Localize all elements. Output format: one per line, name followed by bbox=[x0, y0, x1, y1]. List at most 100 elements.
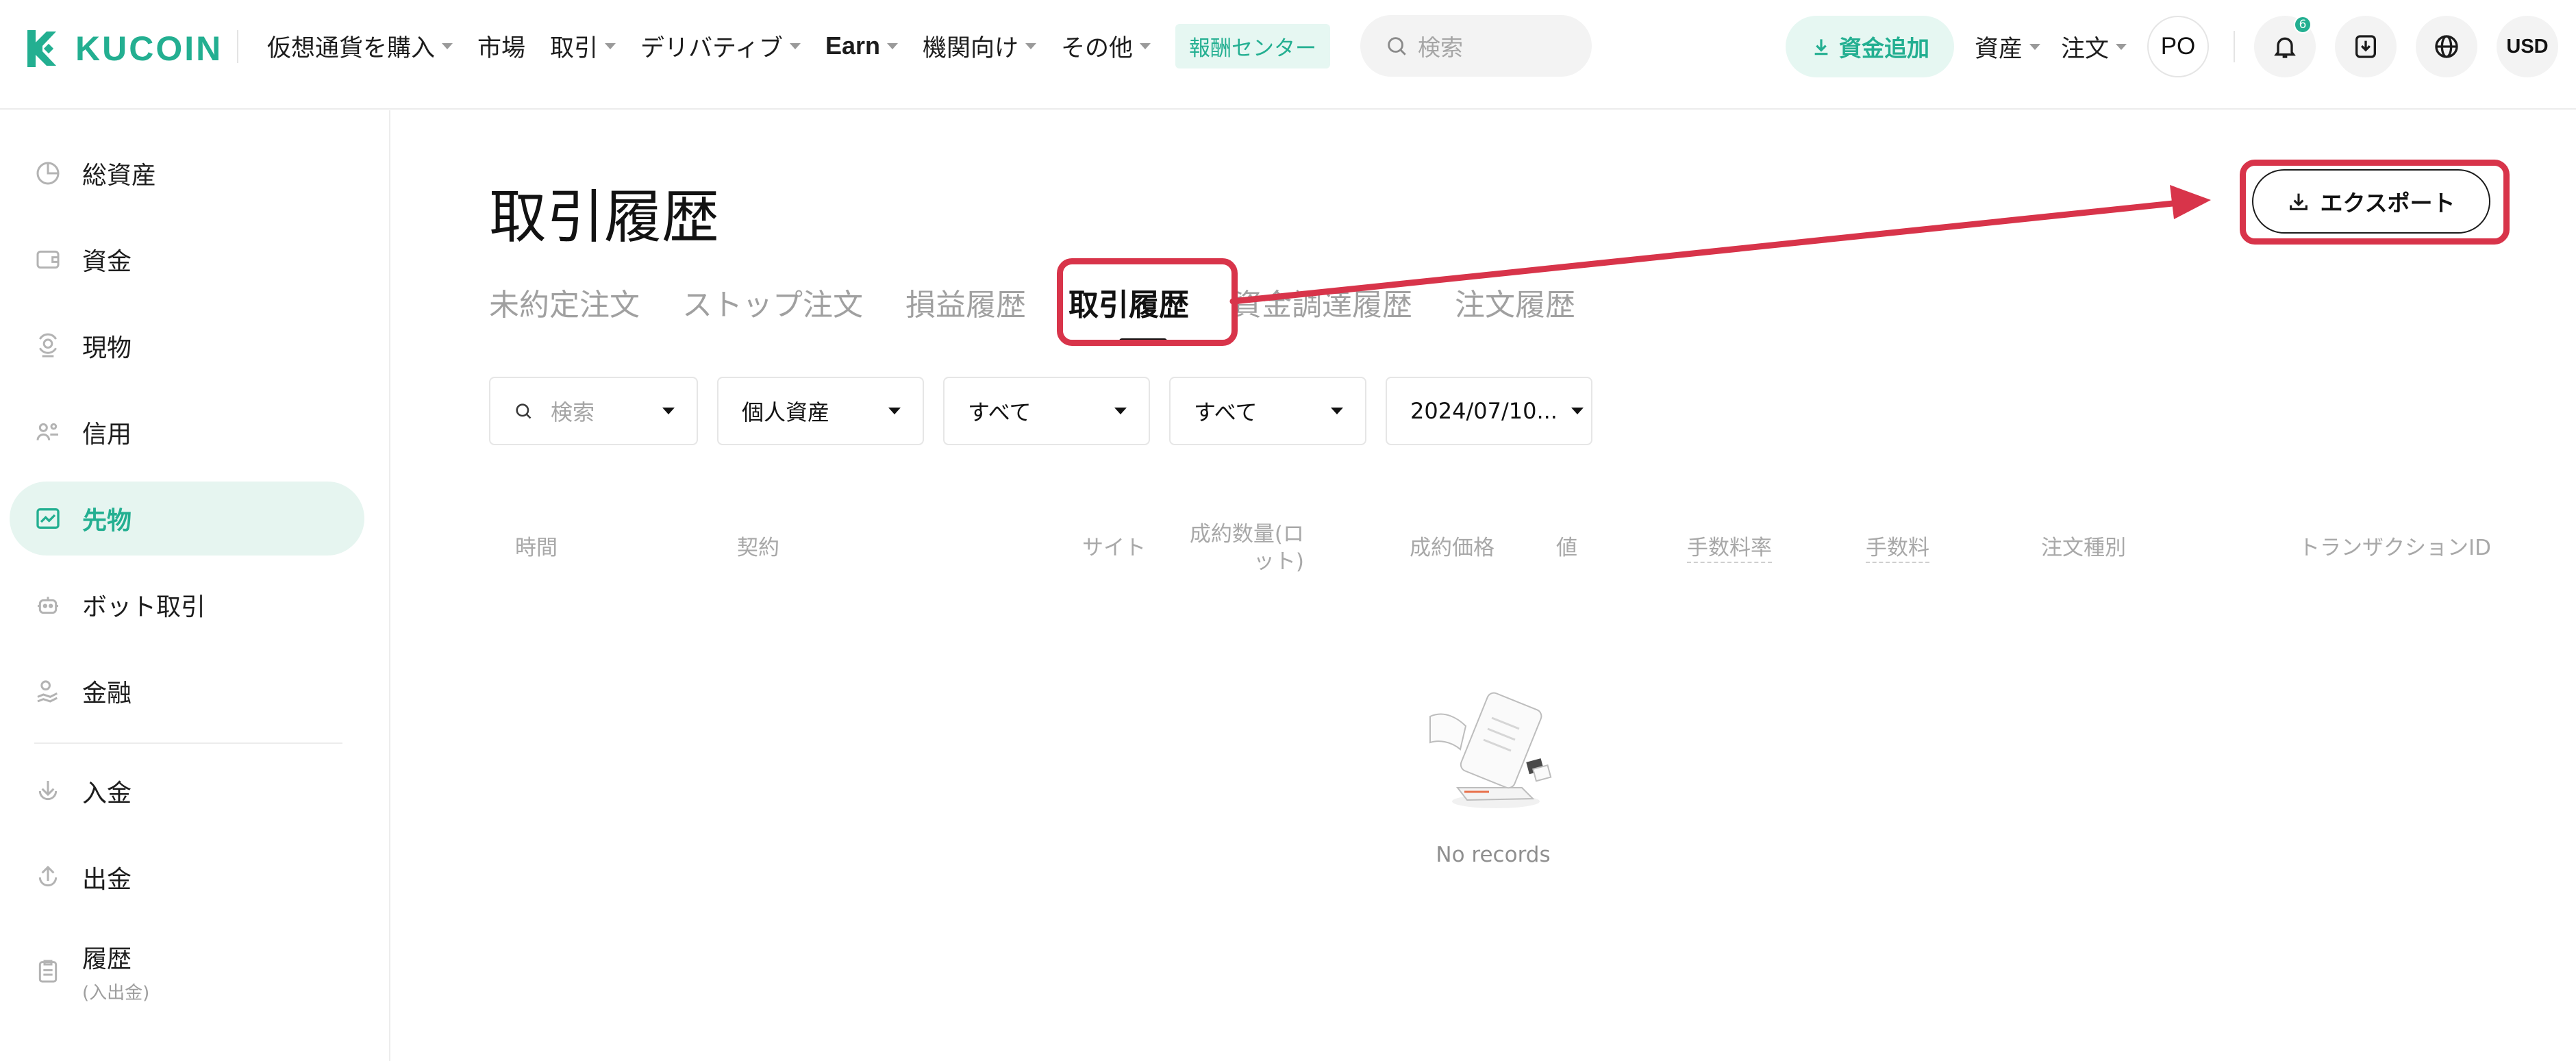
language-button[interactable] bbox=[2416, 16, 2477, 77]
chevron-down-icon bbox=[2029, 43, 2040, 50]
nav-earn[interactable]: Earn bbox=[825, 32, 898, 60]
sidebar-item-label: 出金 bbox=[82, 866, 132, 894]
sidebar-item-funding[interactable]: 資金 bbox=[10, 223, 364, 297]
sidebar-item-finance[interactable]: 金融 bbox=[10, 654, 364, 728]
sidebar-item-spot[interactable]: 現物 bbox=[10, 309, 364, 383]
empty-state: No records bbox=[1411, 692, 1575, 867]
pie-chart-icon bbox=[36, 162, 60, 185]
symbol-search-left: 検索 bbox=[514, 395, 595, 427]
bell-icon bbox=[2274, 37, 2296, 58]
tab-pnl-history[interactable]: 損益履歴 bbox=[905, 280, 1026, 324]
sidebar-item-withdraw[interactable]: 出金 bbox=[10, 840, 364, 914]
download-box-icon bbox=[2355, 35, 2376, 58]
annotation-highlight-tab bbox=[1057, 258, 1238, 346]
sidebar-item-label: 金融 bbox=[82, 679, 132, 708]
sidebar-item-label: 資金 bbox=[82, 248, 132, 276]
search-icon bbox=[516, 403, 532, 419]
col-transaction-id: トランザクションID bbox=[2299, 536, 2492, 560]
col-side: サイト bbox=[1082, 536, 1146, 560]
col-filled-qty: 成約数量(ロット) bbox=[1189, 522, 1304, 574]
assets-menu[interactable]: 資産 bbox=[1975, 29, 2040, 64]
globe-icon bbox=[2435, 35, 2458, 58]
symbol-search-placeholder: 検索 bbox=[551, 399, 595, 425]
search-icon bbox=[1388, 37, 1406, 55]
clipboard-icon bbox=[38, 960, 58, 983]
withdraw-icon bbox=[38, 865, 58, 887]
account-type-select[interactable]: 個人資産 bbox=[717, 377, 924, 445]
table-header: 時間 契約 サイト 成約数量(ロット) 成約価格 値 手数料率 手数料 注文種別… bbox=[489, 521, 2503, 582]
col-contract: 契約 bbox=[737, 536, 779, 560]
col-order-type: 注文種別 bbox=[2041, 536, 2126, 560]
symbol-search-select[interactable]: 検索 bbox=[489, 377, 698, 445]
tab-order-history[interactable]: 注文履歴 bbox=[1455, 280, 1575, 324]
chevron-down-icon bbox=[789, 42, 801, 49]
nav-buy-crypto-label: 仮想通貨を購入 bbox=[267, 34, 436, 62]
order-type-value: すべて bbox=[1194, 399, 1258, 425]
caret-down-icon bbox=[1571, 408, 1584, 414]
nav-derivatives[interactable]: デリバティブ bbox=[640, 29, 801, 64]
sidebar-item-trading-bot[interactable]: ボット取引 bbox=[10, 568, 364, 642]
top-search-input[interactable]: 検索 bbox=[1360, 15, 1592, 77]
sidebar-item-futures[interactable]: 先物 bbox=[10, 482, 364, 556]
reward-center-link[interactable]: 報酬センター bbox=[1175, 23, 1331, 68]
nav-institutional-label: 機関向け bbox=[923, 34, 1019, 62]
history-tabs: 未約定注文 ストップ注文 損益履歴 取引履歴 資金調達履歴 注文履歴 bbox=[489, 281, 1618, 323]
col-time: 時間 bbox=[515, 536, 558, 560]
margin-icon bbox=[36, 423, 58, 440]
caret-down-icon bbox=[662, 408, 675, 414]
nav-trade-label: 取引 bbox=[550, 34, 599, 62]
sidebar-item-margin[interactable]: 信用 bbox=[10, 395, 364, 469]
currency-selector[interactable]: USD bbox=[2497, 16, 2558, 77]
col-value: 値 bbox=[1556, 536, 1577, 560]
sidebar-item-label: 現物 bbox=[82, 334, 132, 362]
assets-menu-label: 資産 bbox=[1974, 35, 2023, 63]
caret-down-icon bbox=[1331, 408, 1343, 414]
tab-open-orders[interactable]: 未約定注文 bbox=[489, 280, 640, 324]
sidebar-item-label: 先物 bbox=[82, 507, 132, 535]
col-filled-price: 成約価格 bbox=[1410, 536, 1495, 560]
tab-stop-orders[interactable]: ストップ注文 bbox=[682, 280, 863, 324]
nav-more-label: その他 bbox=[1061, 34, 1134, 62]
date-range-value: 2024/07/10... bbox=[1410, 398, 1558, 424]
chevron-down-icon bbox=[2116, 43, 2127, 50]
sidebar-item-overview[interactable]: 総資産 bbox=[10, 136, 364, 210]
caret-down-icon bbox=[1114, 408, 1127, 414]
sidebar-item-deposit[interactable]: 入金 bbox=[10, 754, 364, 828]
kucoin-logo[interactable]: KUCOIN bbox=[23, 27, 223, 70]
add-funds-button[interactable]: 資金追加 bbox=[1785, 16, 1954, 77]
date-range-select[interactable]: 2024/07/10... bbox=[1386, 377, 1592, 445]
download-arrow-icon bbox=[1814, 39, 1828, 55]
chevron-down-icon bbox=[887, 42, 898, 49]
sidebar: 総資産 資金 現物 信用 先物 ボット取引 金融 入金 出金 履歴 (入出金) bbox=[0, 110, 390, 1061]
sidebar-item-history[interactable]: 履歴 (入出金) bbox=[10, 927, 364, 1016]
notifications-button[interactable]: 6 bbox=[2254, 16, 2316, 77]
sidebar-item-sublabel: (入出金) bbox=[82, 982, 150, 1003]
nav-markets[interactable]: 市場 bbox=[477, 29, 525, 64]
add-funds-label: 資金追加 bbox=[1838, 35, 1929, 62]
tab-funding-history[interactable]: 資金調達履歴 bbox=[1231, 280, 1412, 324]
download-app-button[interactable] bbox=[2335, 16, 2397, 77]
chevron-down-icon bbox=[1025, 42, 1037, 49]
futures-chart-icon bbox=[36, 508, 60, 529]
side-select[interactable]: すべて bbox=[943, 377, 1150, 445]
sidebar-divider bbox=[34, 742, 342, 744]
nav-markets-label: 市場 bbox=[477, 34, 526, 62]
order-type-select[interactable]: すべて bbox=[1169, 377, 1366, 445]
orders-menu[interactable]: 注文 bbox=[2061, 29, 2127, 64]
nav-buy-crypto[interactable]: 仮想通貨を購入 bbox=[267, 29, 453, 64]
sidebar-item-label: 信用 bbox=[82, 421, 132, 449]
finance-icon bbox=[37, 680, 58, 703]
nav-more[interactable]: その他 bbox=[1061, 29, 1151, 64]
col-fee-rate[interactable]: 手数料率 bbox=[1687, 534, 1772, 563]
side-value: すべて bbox=[968, 399, 1031, 425]
notification-count-badge: 6 bbox=[2294, 16, 2312, 34]
chevron-down-icon bbox=[1140, 42, 1151, 49]
sidebar-item-label: 総資産 bbox=[82, 162, 157, 190]
nav-trade[interactable]: 取引 bbox=[550, 29, 616, 64]
avatar[interactable]: PO bbox=[2147, 16, 2209, 77]
col-fee[interactable]: 手数料 bbox=[1866, 534, 1929, 563]
orders-menu-label: 注文 bbox=[2060, 35, 2109, 63]
nav-institutional[interactable]: 機関向け bbox=[923, 29, 1037, 64]
annotation-highlight-export bbox=[2240, 160, 2510, 245]
chevron-down-icon bbox=[605, 42, 616, 49]
